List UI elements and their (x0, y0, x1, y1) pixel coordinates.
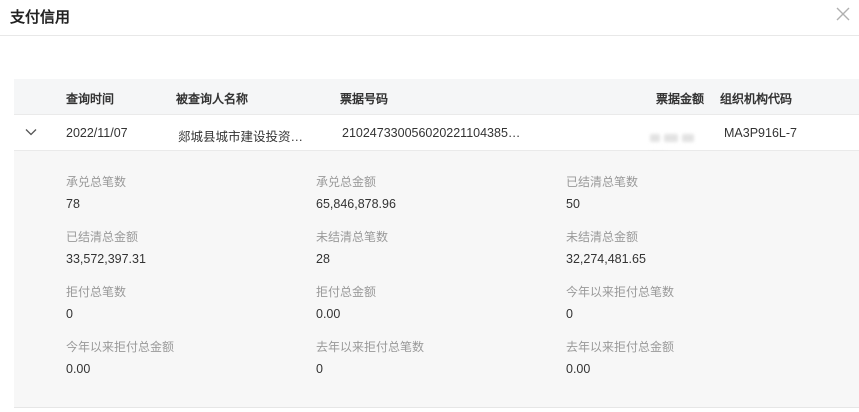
stat-label: 去年以来拒付总笔数 (316, 340, 425, 354)
stat-value: 0.00 (316, 307, 341, 321)
cell-query-time: 2022/11/07 (66, 126, 128, 140)
stat-value: 0.00 (66, 362, 91, 376)
header-bill-amount: 票据金额 (656, 92, 705, 106)
close-button[interactable] (835, 2, 855, 26)
stat-value: 33,572,397.31 (66, 252, 146, 266)
stat-item: 拒付总金额 0.00 (316, 283, 556, 321)
header-bill-number: 票据号码 (340, 92, 389, 106)
stat-label: 未结清总笔数 (316, 230, 389, 244)
stat-label: 今年以来拒付总笔数 (566, 285, 675, 299)
stat-label: 拒付总笔数 (66, 285, 127, 299)
stat-item: 已结清总笔数 50 (566, 173, 806, 211)
stat-label: 已结清总笔数 (566, 175, 639, 189)
stat-label: 去年以来拒付总金额 (566, 340, 675, 354)
cell-org-code: MA3P916L-7 (724, 126, 797, 140)
header-org-code: 组织机构代码 (720, 92, 793, 106)
stat-label: 今年以来拒付总金额 (66, 340, 175, 354)
table-row[interactable]: 2022/11/07 郯城县城市建设投资… 210247330056020221… (14, 115, 859, 160)
cell-queried-name: 郯城县城市建设投资… (178, 130, 304, 144)
header-queried-name: 被查询人名称 (176, 92, 249, 106)
stat-item: 去年以来拒付总笔数 0 (316, 338, 556, 376)
stat-item: 拒付总笔数 0 (66, 283, 306, 321)
stat-value: 0 (316, 362, 323, 376)
chevron-down-icon (25, 129, 37, 136)
stat-item: 承兑总金额 65,846,878.96 (316, 173, 556, 211)
stat-value: 78 (66, 197, 80, 211)
stat-item: 今年以来拒付总金额 0.00 (66, 338, 306, 376)
stat-value: 0 (66, 307, 73, 321)
expand-toggle[interactable] (24, 125, 40, 141)
stat-label: 已结清总金额 (66, 230, 139, 244)
stat-item: 已结清总金额 33,572,397.31 (66, 228, 306, 266)
stat-label: 拒付总金额 (316, 285, 377, 299)
header-query-time: 查询时间 (66, 92, 115, 106)
stat-value: 50 (566, 197, 580, 211)
stat-value: 28 (316, 252, 330, 266)
stat-item: 今年以来拒付总笔数 0 (566, 283, 806, 321)
stat-value: 65,846,878.96 (316, 197, 396, 211)
stat-label: 承兑总金额 (316, 175, 377, 189)
dialog-header: 支付信用 (0, 0, 859, 36)
row-detail-panel: 承兑总笔数 78 承兑总金额 65,846,878.96 已结清总笔数 50 已… (14, 151, 859, 408)
cell-bill-amount-redacted (650, 129, 716, 160)
dialog-title: 支付信用 (10, 9, 71, 26)
stat-value: 0 (566, 307, 573, 321)
stat-item: 未结清总金额 32,274,481.65 (566, 228, 806, 266)
stat-value: 32,274,481.65 (566, 252, 646, 266)
table-header: 查询时间 被查询人名称 票据号码 票据金额 组织机构代码 (14, 79, 859, 115)
credit-table: 查询时间 被查询人名称 票据号码 票据金额 组织机构代码 2022/11/07 … (14, 79, 859, 408)
stat-item: 去年以来拒付总金额 0.00 (566, 338, 806, 376)
stat-label: 承兑总笔数 (66, 175, 127, 189)
close-icon (836, 7, 850, 21)
stat-label: 未结清总金额 (566, 230, 639, 244)
stat-item: 承兑总笔数 78 (66, 173, 306, 211)
cell-bill-number: 2102473300560202211043​85… (342, 126, 521, 140)
stat-value: 0.00 (566, 362, 591, 376)
stat-item: 未结清总笔数 28 (316, 228, 556, 266)
